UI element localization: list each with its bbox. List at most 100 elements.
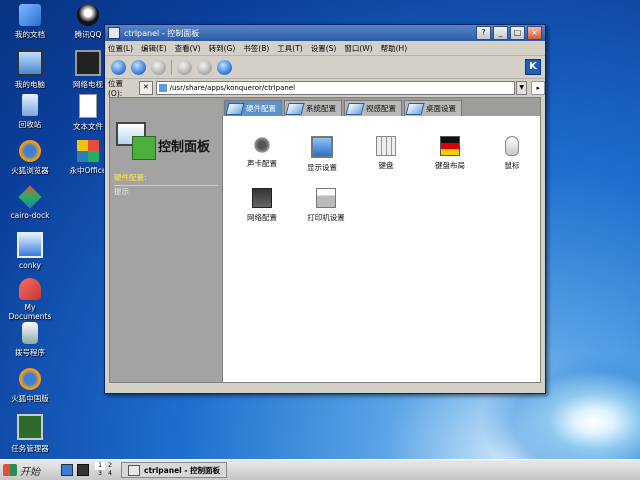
start-logo-icon: [3, 464, 17, 476]
item-network[interactable]: 网络配置: [232, 188, 292, 223]
menu-view[interactable]: 查看(V): [175, 43, 201, 54]
location-bar: 位置(O): ✕ /usr/share/apps/konqueror/ctrlp…: [105, 79, 545, 98]
menu-bar: 位置(L) 编辑(E) 查看(V) 转到(G) 书签(B) 工具(T) 设置(S…: [105, 41, 545, 56]
tab-strip: 硬件配置 系统配置 视感配置 桌面设置: [222, 98, 540, 116]
pager-desktop-2[interactable]: 2: [105, 462, 115, 470]
menu-go[interactable]: 转到(G): [209, 43, 236, 54]
pager-desktop-4[interactable]: 4: [105, 470, 115, 478]
desktop-icon-firefox[interactable]: 火狐浏览器: [2, 140, 58, 176]
tab-desktop[interactable]: 桌面设置: [404, 100, 462, 116]
monitor-icon: [17, 232, 43, 258]
location-input[interactable]: /usr/share/apps/konqueror/ctrlpanel: [155, 81, 515, 95]
zoom-in-icon[interactable]: [177, 59, 192, 75]
speaker-icon: [253, 136, 271, 154]
up-arrow-icon[interactable]: [111, 59, 126, 75]
task-window-icon: [128, 464, 140, 476]
go-icon[interactable]: ▸: [531, 81, 545, 95]
tab-folder-icon: [345, 102, 365, 115]
pager-desktop-3[interactable]: 3: [95, 470, 105, 478]
home-icon[interactable]: [217, 59, 232, 75]
printer-icon: [316, 188, 336, 208]
dock-icon: [18, 185, 42, 209]
menu-help[interactable]: 帮助(H): [381, 43, 408, 54]
menu-bookmarks[interactable]: 书签(B): [243, 43, 269, 54]
close-button[interactable]: ×: [527, 26, 542, 40]
zoom-out-icon[interactable]: [197, 59, 212, 75]
task-ctrlpanel[interactable]: ctrlpanel - 控制面板: [121, 462, 228, 478]
menu-location[interactable]: 位置(L): [108, 43, 133, 54]
keyboard-icon: [376, 136, 396, 156]
trash-icon: [22, 94, 38, 116]
stop-icon[interactable]: [151, 59, 166, 75]
control-panel-icon: [132, 136, 156, 160]
kde-logo-icon: K: [525, 59, 541, 75]
desktop-icon-my-computer[interactable]: 我的电脑: [2, 50, 58, 90]
menu-settings[interactable]: 设置(S): [311, 43, 337, 54]
panel-title: 控制面板: [158, 140, 211, 155]
item-printer[interactable]: 打印机设置: [296, 188, 356, 223]
reload-icon[interactable]: [131, 59, 146, 75]
favicon-icon: [158, 84, 167, 92]
title-bar[interactable]: ctrlpanel - 控制面板 ? _ □ ×: [105, 25, 545, 41]
desktop-pager[interactable]: 1 2 3 4: [95, 462, 115, 478]
item-keyboard[interactable]: 键盘: [356, 136, 416, 171]
desktop-icon-firefox-cn[interactable]: 火狐中国版: [2, 368, 58, 404]
document-icon: [79, 94, 97, 118]
computer-icon: [17, 50, 43, 76]
heart-folder-icon: [19, 278, 41, 300]
tab-system[interactable]: 系统配置: [284, 100, 342, 116]
desktop-icon-recycle-bin[interactable]: 回收站: [2, 94, 58, 130]
window-title: ctrlpanel - 控制面板: [124, 28, 200, 38]
panel-header: 控制面板: [110, 118, 222, 170]
start-button[interactable]: 开始: [0, 461, 61, 479]
maximize-button[interactable]: □: [510, 26, 525, 40]
dialer-icon: [22, 322, 38, 344]
left-pane: 控制面板 硬件配置: 提示: [110, 98, 223, 382]
menu-window[interactable]: 窗口(W): [344, 43, 372, 54]
desktop-icon-my-documents[interactable]: 我的文档: [2, 4, 58, 40]
toolbar-separator: [171, 59, 172, 75]
location-url: /usr/share/apps/konqueror/ctrlpanel: [169, 84, 296, 92]
flags-icon: [440, 136, 460, 156]
item-mouse[interactable]: 鼠标: [482, 136, 542, 171]
quicklaunch-terminal-icon[interactable]: [77, 464, 89, 476]
tv-icon: [75, 50, 101, 76]
display-icon: [311, 136, 333, 158]
desktop-icon-cairo-dock[interactable]: cairo-dock: [2, 185, 58, 220]
content-area: 控制面板 硬件配置: 提示 硬件配置 系统配置 视感配置 桌面设置 声卡配置 显…: [109, 97, 541, 383]
folder-icon: [19, 4, 41, 26]
location-label: 位置(O):: [108, 79, 123, 98]
item-sound-card[interactable]: 声卡配置: [232, 136, 292, 169]
item-keyboard-layout[interactable]: 键盘布局: [420, 136, 480, 171]
task-manager-icon: [17, 414, 43, 440]
menu-tools[interactable]: 工具(T): [277, 43, 302, 54]
firefox-icon: [19, 368, 41, 390]
konqueror-window: ctrlpanel - 控制面板 ? _ □ × 位置(L) 编辑(E) 查看(…: [104, 24, 546, 394]
penguin-icon: [77, 4, 99, 26]
tab-folder-icon: [285, 102, 305, 115]
minimize-button[interactable]: _: [493, 26, 508, 40]
tab-appearance[interactable]: 视感配置: [344, 100, 402, 116]
pager-desktop-1[interactable]: 1: [95, 462, 105, 470]
desktop-icon-conky[interactable]: conky: [2, 232, 58, 270]
firefox-icon: [19, 140, 41, 162]
desktop-icon-dialer[interactable]: 拨号程序: [2, 322, 58, 358]
location-dropdown-icon[interactable]: ▼: [515, 81, 528, 95]
help-button[interactable]: ?: [476, 26, 491, 40]
menu-edit[interactable]: 编辑(E): [141, 43, 167, 54]
tab-hardware[interactable]: 硬件配置: [224, 100, 282, 116]
clear-location-icon[interactable]: ✕: [139, 81, 153, 95]
office-icon: [77, 140, 99, 162]
desktop-icon-my-documents-2[interactable]: My Documents: [2, 278, 58, 321]
hint-label: 提示: [114, 187, 129, 196]
tab-folder-icon: [225, 102, 245, 115]
network-icon: [252, 188, 272, 208]
taskbar: 开始 1 2 3 4 ctrlpanel - 控制面板: [0, 459, 640, 480]
toolbar: K: [105, 56, 545, 79]
category-label: 硬件配置:: [114, 173, 147, 182]
mouse-icon: [505, 136, 519, 156]
desktop-icon-task-manager[interactable]: 任务管理器: [2, 414, 58, 454]
item-display[interactable]: 显示设置: [292, 136, 352, 173]
quicklaunch-show-desktop-icon[interactable]: [61, 464, 73, 476]
window-icon: [108, 27, 120, 39]
